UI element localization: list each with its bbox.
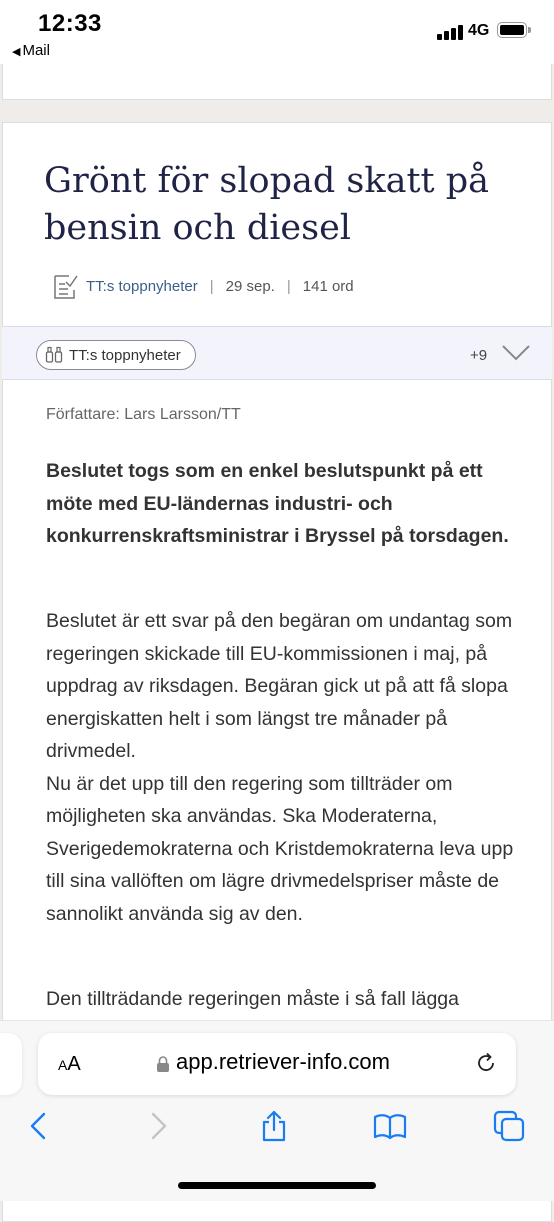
binoculars-icon — [45, 346, 63, 363]
paragraph-text: Beslutet är ett svar på den begäran om u… — [46, 610, 513, 762]
more-tags-count: +9 — [470, 347, 488, 364]
share-icon[interactable] — [257, 1109, 291, 1143]
article-paragraph: Den tillträdande regeringen måste i så f… — [46, 988, 459, 1010]
article-lead: Beslutet togs som en enkel beslutspunkt … — [46, 460, 509, 547]
chevron-left-icon[interactable] — [22, 1109, 56, 1143]
chevron-right-icon[interactable] — [141, 1109, 175, 1143]
network-label: 4G — [468, 22, 490, 39]
chevron-down-icon[interactable] — [502, 343, 530, 363]
article-author: Författare: Lars Larsson/TT — [46, 406, 241, 423]
signal-icon — [437, 22, 467, 40]
document-check-icon — [54, 275, 78, 299]
previous-article-card — [2, 64, 552, 100]
back-to-mail-link[interactable]: ◀ Mail — [12, 42, 50, 59]
browser-bottom-bar: AA app.retriever-info.com — [0, 1020, 554, 1201]
article-title: Grönt för slopad skatt på bensin och die… — [44, 161, 489, 248]
status-time: 12:33 — [38, 10, 102, 37]
tag-label: TT:s toppnyheter — [69, 346, 181, 364]
article-paragraph: Beslutet är ett svar på den begäran om u… — [46, 605, 516, 930]
text-size-button[interactable]: AA — [58, 1053, 81, 1076]
status-bar: 12:33 ◀ Mail 4G — [0, 0, 554, 64]
home-indicator[interactable] — [178, 1182, 376, 1189]
back-triangle-icon: ◀ — [12, 46, 21, 58]
article-date: 29 sep. — [225, 277, 275, 295]
address-bar[interactable]: AA app.retriever-info.com — [38, 1033, 516, 1095]
paragraph-text: Nu är det upp till den regering som till… — [46, 772, 514, 925]
back-app-label: Mail — [22, 42, 50, 59]
source-link[interactable]: TT:s toppnyheter — [86, 278, 198, 295]
article-meta: TT:s toppnyheter | 29 sep. | 141 ord — [52, 270, 354, 302]
lock-icon — [157, 1056, 169, 1072]
tag-chip[interactable]: TT:s toppnyheter — [36, 340, 196, 370]
meta-separator: | — [286, 277, 291, 295]
book-icon[interactable] — [373, 1109, 407, 1143]
word-count: 141 ord — [302, 277, 354, 295]
reload-icon[interactable] — [474, 1051, 498, 1075]
url-text[interactable]: app.retriever-info.com — [176, 1049, 390, 1075]
previous-tab-peek[interactable] — [0, 1033, 22, 1095]
tag-bar: TT:s toppnyheter +9 — [2, 326, 552, 380]
tabs-icon[interactable] — [492, 1109, 526, 1143]
meta-separator: | — [209, 277, 214, 295]
battery-icon — [497, 22, 531, 38]
